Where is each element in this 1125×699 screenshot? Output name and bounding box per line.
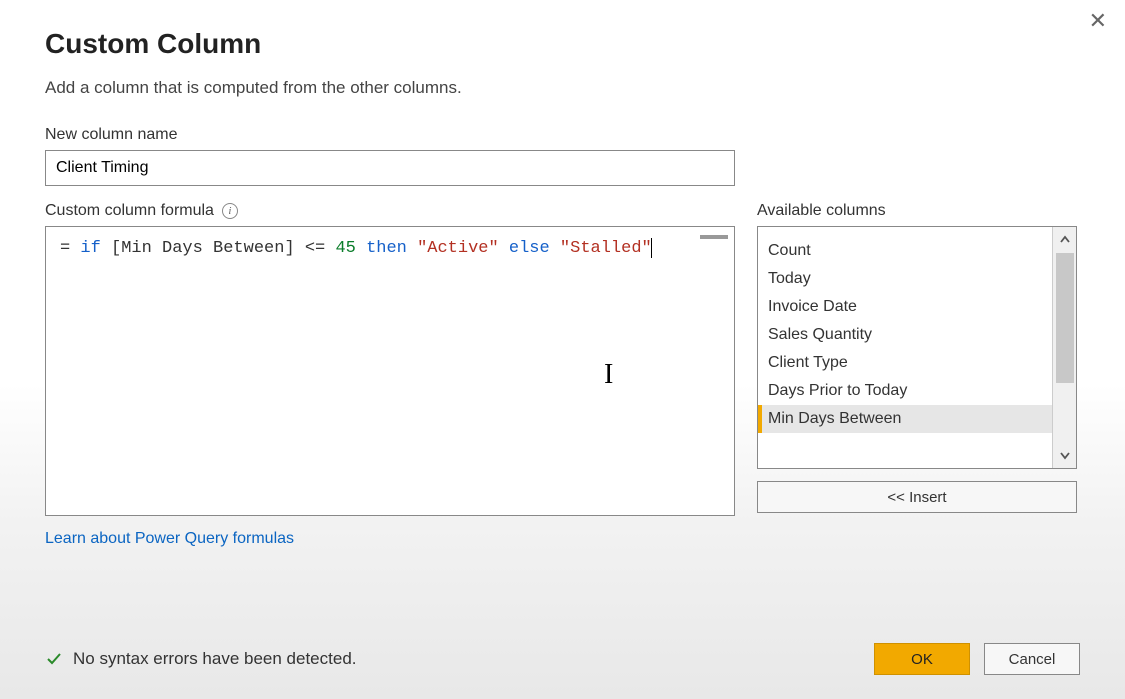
- text-cursor-icon: I: [604, 355, 613, 394]
- formula-scroll-indicator: [700, 235, 728, 239]
- new-column-name-label: New column name: [45, 126, 1080, 144]
- status-message: No syntax errors have been detected.: [73, 649, 357, 669]
- formula-editor[interactable]: = if [Min Days Between] <= 45 then "Acti…: [45, 226, 735, 516]
- list-item[interactable]: Today: [758, 265, 1054, 293]
- list-item[interactable]: Count: [758, 237, 1054, 265]
- list-item[interactable]: Account Num: [758, 226, 1054, 237]
- scrollbar[interactable]: [1052, 227, 1076, 468]
- syntax-status: No syntax errors have been detected.: [45, 649, 357, 669]
- list-item[interactable]: Invoice Date: [758, 293, 1054, 321]
- list-item[interactable]: Client Type: [758, 349, 1054, 377]
- insert-button[interactable]: << Insert: [757, 481, 1077, 513]
- new-column-name-input[interactable]: [45, 150, 735, 186]
- learn-link[interactable]: Learn about Power Query formulas: [45, 530, 294, 548]
- list-item[interactable]: Sales Quantity: [758, 321, 1054, 349]
- scroll-up-icon[interactable]: [1053, 227, 1077, 253]
- scroll-down-icon[interactable]: [1053, 442, 1077, 468]
- dialog-subtitle: Add a column that is computed from the o…: [45, 78, 1080, 98]
- text-caret: [651, 238, 652, 258]
- list-item[interactable]: Min Days Between: [758, 405, 1054, 433]
- dialog-title: Custom Column: [45, 28, 1080, 60]
- cancel-button[interactable]: Cancel: [984, 643, 1080, 675]
- scroll-thumb[interactable]: [1056, 253, 1074, 383]
- check-icon: [45, 650, 63, 668]
- available-columns-list[interactable]: Account Num Count Today Invoice Date Sal…: [757, 226, 1077, 469]
- insert-button-label: << Insert: [887, 489, 946, 506]
- custom-column-dialog: ✕ Custom Column Add a column that is com…: [0, 0, 1125, 699]
- info-icon[interactable]: i: [222, 203, 238, 219]
- available-columns-label: Available columns: [757, 202, 1077, 220]
- formula-code-line: = if [Min Days Between] <= 45 then "Acti…: [60, 237, 722, 261]
- formula-label: Custom column formula: [45, 202, 214, 220]
- close-icon[interactable]: ✕: [1089, 8, 1107, 34]
- ok-button[interactable]: OK: [874, 643, 970, 675]
- list-item[interactable]: Days Prior to Today: [758, 377, 1054, 405]
